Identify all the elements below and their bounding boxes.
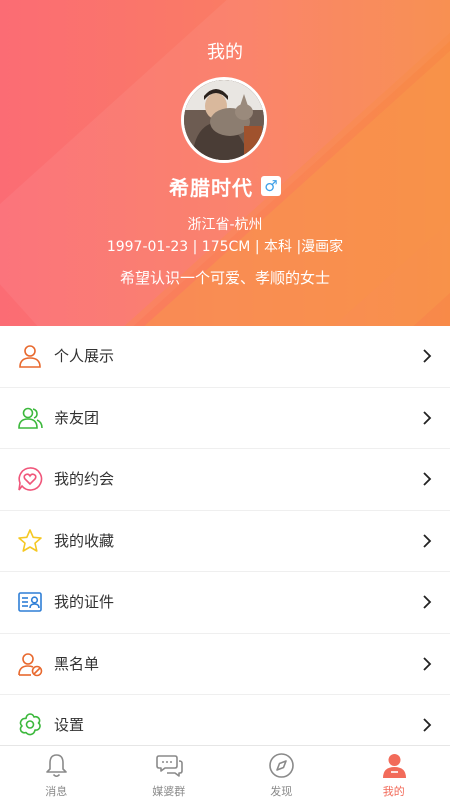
tab-label: 消息: [45, 785, 68, 798]
menu-list: 个人展示 亲友团 我的约会 我的收藏 我的证件 黑名单 设置: [0, 326, 450, 757]
tab-label: 我的: [382, 785, 405, 798]
chevron-right-icon: [423, 533, 432, 548]
avatar[interactable]: [181, 77, 267, 163]
menu-item-favorites[interactable]: 我的收藏: [0, 511, 450, 572]
tab-messages[interactable]: 消息: [0, 746, 113, 800]
tab-label: 发现: [270, 785, 293, 798]
gender-male-icon: ♂: [261, 175, 281, 196]
chevron-right-icon: [423, 472, 432, 486]
tab-matchmaker-group[interactable]: 媒婆群: [113, 746, 226, 800]
chevron-right-icon: [423, 595, 432, 609]
bell-icon: [46, 754, 67, 778]
chevron-right-icon: [423, 410, 432, 425]
menu-item-label: 我的收藏: [54, 531, 115, 550]
profile-info-line: 1997-01-23 | 175CM | 本科 |漫画家: [106, 239, 344, 255]
nickname: 希腊时代: [169, 176, 253, 200]
block-user-icon: [17, 651, 43, 677]
person-icon: [17, 343, 43, 369]
profile-slogan: 希望认识一个可爱、孝顺的女士: [119, 269, 330, 287]
menu-item-personal-showcase[interactable]: 个人展示: [0, 326, 450, 388]
chevron-right-icon: [423, 349, 432, 363]
id-card-icon: [17, 589, 43, 615]
gender-symbol: ♂: [264, 176, 278, 195]
profile-icon: [382, 754, 406, 778]
tab-label: 媒婆群: [152, 785, 186, 798]
menu-item-label: 我的约会: [54, 470, 115, 488]
menu-item-blacklist[interactable]: 黑名单: [0, 634, 450, 695]
group-icon: [17, 405, 43, 431]
star-icon: [17, 528, 43, 554]
location-text: 浙江省-杭州: [187, 217, 263, 233]
bottom-tab-bar: 消息 媒婆群 发现 我的: [0, 745, 450, 800]
profile-header: 我的 希腊时代 ♂ 浙江省-杭州 1997-01-23 | 175CM | 本科 …: [0, 0, 450, 326]
menu-item-my-dates[interactable]: 我的约会: [0, 449, 450, 511]
name-row: 希腊时代 ♂: [0, 172, 450, 201]
chevron-right-icon: [423, 656, 432, 671]
menu-item-label: 个人展示: [54, 347, 115, 365]
compass-icon: [269, 753, 294, 778]
menu-item-label: 亲友团: [54, 408, 100, 427]
page-title: 我的: [207, 42, 243, 63]
profile-screen: 我的 希腊时代 ♂ 浙江省-杭州 1997-01-23 | 175CM | 本科 …: [0, 0, 450, 800]
menu-item-label: 我的证件: [54, 593, 115, 611]
heart-chat-icon: [17, 466, 43, 492]
chevron-right-icon: [423, 718, 432, 732]
avatar-image: [184, 80, 264, 160]
tab-mine[interactable]: 我的: [338, 746, 450, 800]
menu-item-my-documents[interactable]: 我的证件: [0, 572, 450, 634]
tab-discover[interactable]: 发现: [225, 746, 338, 800]
settings-icon: [17, 712, 43, 738]
menu-item-label: 黑名单: [54, 654, 100, 673]
chat-bubbles-icon: [155, 755, 183, 777]
menu-item-friends-group[interactable]: 亲友团: [0, 388, 450, 449]
